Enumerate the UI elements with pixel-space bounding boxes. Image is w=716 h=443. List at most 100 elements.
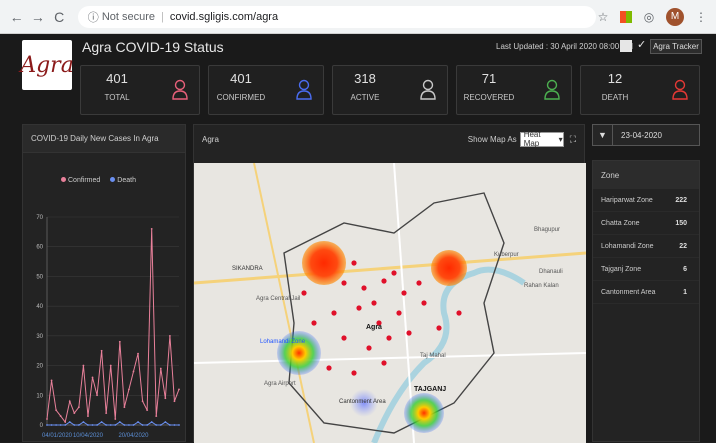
- person-icon: [172, 79, 188, 100]
- case-marker[interactable]: [436, 325, 442, 331]
- back-icon[interactable]: ←: [8, 8, 25, 26]
- info-icon[interactable]: ⓘ: [88, 9, 99, 25]
- bookmark-star-icon[interactable]: ☆: [596, 10, 610, 24]
- windows-icon[interactable]: [620, 10, 633, 23]
- data-point: [137, 352, 139, 355]
- data-point: [46, 424, 48, 426]
- profile-avatar[interactable]: M: [666, 7, 685, 26]
- map-mode-select[interactable]: Heat Map ▾: [519, 130, 564, 148]
- case-marker[interactable]: [356, 305, 362, 311]
- zone-row[interactable]: Lohamandi Zone 22: [593, 235, 699, 258]
- daily-cases-panel: COVID-19 Daily New Cases In Agra Confirm…: [22, 124, 186, 442]
- data-point: [91, 424, 94, 426]
- y-tick-label: 70: [36, 215, 43, 221]
- case-marker[interactable]: [386, 335, 392, 341]
- toggle-checkbox[interactable]: [620, 40, 632, 52]
- app-root: Agra Agra COVID-19 Status Last Updated :…: [0, 34, 716, 443]
- case-marker[interactable]: [406, 330, 412, 336]
- zone-row[interactable]: Cantonment Area 1: [593, 281, 699, 304]
- x-tick-label: 20/04/2020: [118, 433, 149, 439]
- case-marker[interactable]: [396, 310, 402, 316]
- agra-tracker-button[interactable]: Agra Tracker: [650, 39, 702, 54]
- zone-panel: ▼ 23-04-2020 Zone Hariparwat Zone 222 Cha…: [592, 124, 700, 442]
- case-marker[interactable]: [351, 370, 357, 376]
- map-canvas: SIKANDRA Agra Central Jail Agra Kuberpur…: [194, 163, 586, 443]
- y-tick-label: 0: [40, 423, 44, 429]
- zone-header: Zone: [593, 161, 699, 189]
- heat-map[interactable]: SIKANDRA Agra Central Jail Agra Kuberpur…: [194, 163, 586, 443]
- case-marker[interactable]: [381, 360, 387, 366]
- reload-icon[interactable]: C: [51, 8, 68, 26]
- stat-card-recovered: 71 RECOVERED: [456, 65, 572, 115]
- case-marker[interactable]: [391, 270, 397, 276]
- extension-icon[interactable]: ◎: [642, 10, 656, 24]
- case-marker[interactable]: [361, 285, 367, 291]
- zone-row[interactable]: Tajganj Zone 6: [593, 258, 699, 281]
- map-label: Bhagupur: [534, 227, 560, 233]
- map-label: Agra Central Jail: [256, 296, 300, 302]
- stat-total-label: TOTAL: [104, 93, 130, 102]
- data-point: [155, 424, 158, 426]
- data-point: [141, 400, 144, 403]
- data-point: [164, 421, 167, 423]
- data-point: [132, 370, 135, 373]
- menu-dots-icon[interactable]: ⋮: [694, 10, 708, 24]
- zone-row[interactable]: Hariparwat Zone 222: [593, 189, 699, 212]
- case-marker[interactable]: [351, 260, 357, 266]
- person-icon: [420, 79, 436, 100]
- stat-death-value: 12: [607, 71, 623, 86]
- daily-cases-chart: 0 10 20 30 40 50 60 70 04/01/2020 10/04/2020 20/04…: [36, 215, 180, 439]
- case-marker[interactable]: [341, 335, 347, 341]
- zone-count: 222: [675, 196, 687, 204]
- date-value[interactable]: 23-04-2020: [613, 125, 662, 145]
- forward-icon[interactable]: →: [29, 8, 46, 26]
- zone-name: Chatta Zone: [601, 219, 640, 227]
- case-marker[interactable]: [381, 278, 387, 284]
- data-point: [100, 349, 103, 352]
- data-point: [109, 424, 112, 426]
- data-point: [96, 394, 98, 397]
- case-marker[interactable]: [341, 280, 347, 286]
- data-point: [168, 334, 171, 337]
- case-marker[interactable]: [311, 320, 317, 326]
- date-filter[interactable]: ▼ 23-04-2020: [592, 124, 700, 146]
- person-icon: [296, 79, 312, 100]
- data-point: [173, 400, 176, 403]
- case-marker[interactable]: [401, 290, 407, 296]
- zone-name: Lohamandi Zone: [601, 242, 654, 250]
- data-point: [150, 227, 153, 230]
- road: [194, 352, 586, 364]
- separator: |: [161, 10, 164, 23]
- stat-card-total: 401 TOTAL: [80, 65, 200, 115]
- data-point: [118, 340, 121, 343]
- zone-row[interactable]: Chatta Zone 150: [593, 212, 699, 235]
- data-point: [55, 424, 58, 426]
- zone-count: 6: [683, 265, 687, 273]
- filter-icon[interactable]: ▼: [593, 125, 613, 145]
- data-point: [128, 388, 130, 391]
- case-marker[interactable]: [416, 280, 422, 286]
- case-marker[interactable]: [301, 290, 307, 296]
- case-marker[interactable]: [456, 310, 462, 316]
- address-bar[interactable]: ⓘ Not secure | covid.sgligis.com/agra: [77, 5, 597, 28]
- last-updated: Last Updated : 30 April 2020 08:00 AM: [496, 42, 633, 51]
- data-point: [68, 421, 71, 423]
- case-marker[interactable]: [331, 310, 337, 316]
- fullscreen-icon[interactable]: ⛶: [570, 134, 576, 145]
- map-panel-title: Agra: [202, 134, 219, 144]
- case-marker[interactable]: [366, 345, 372, 351]
- data-point: [82, 421, 85, 423]
- case-marker[interactable]: [371, 300, 377, 306]
- data-point: [59, 424, 62, 426]
- case-marker[interactable]: [326, 365, 332, 371]
- case-marker[interactable]: [421, 300, 427, 306]
- zone-count: 22: [679, 242, 687, 250]
- series-line-death: [47, 421, 179, 426]
- url-text: covid.sgligis.com/agra: [169, 10, 279, 23]
- data-point: [91, 376, 94, 379]
- y-tick-label: 30: [36, 334, 43, 340]
- x-tick-label: 10/04/2020: [73, 433, 104, 439]
- stat-recovered-value: 71: [481, 71, 497, 86]
- data-point: [87, 424, 89, 426]
- data-point: [73, 424, 76, 426]
